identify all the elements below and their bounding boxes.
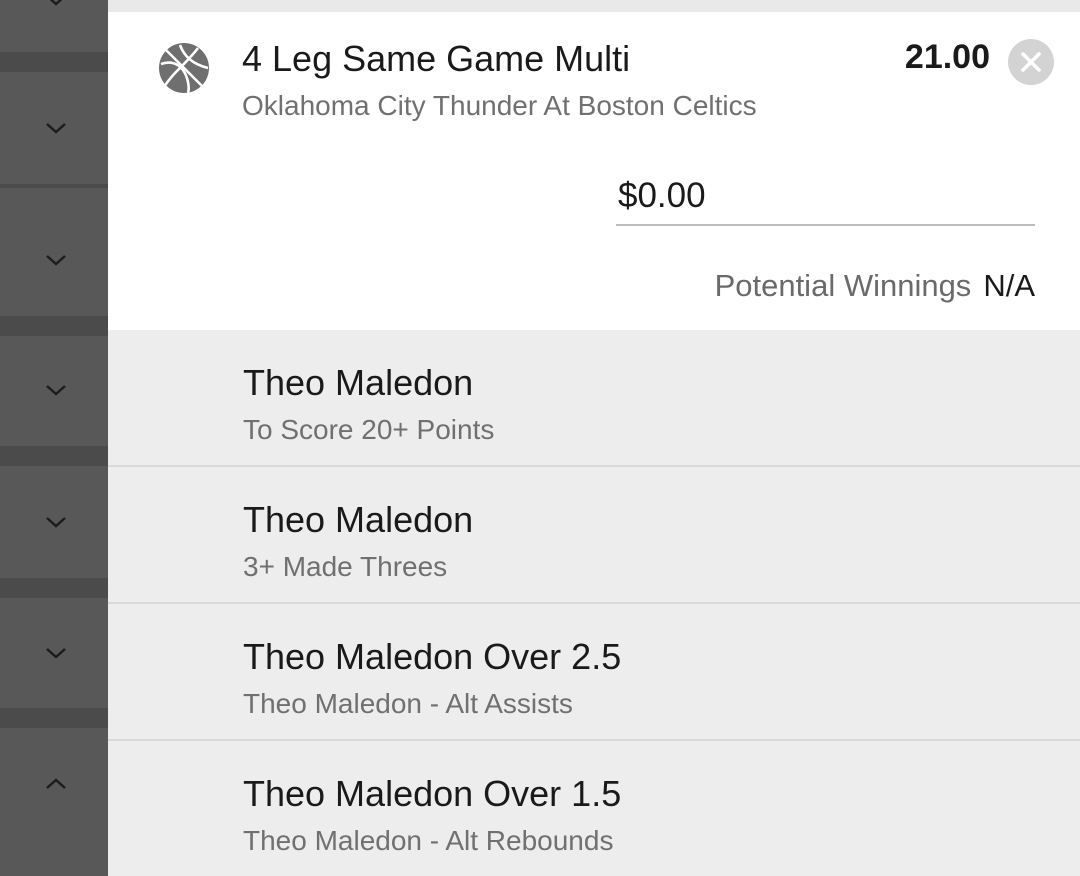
leg-market: To Score 20+ Points [243, 414, 495, 445]
basketball-icon [158, 42, 210, 94]
leg-market: 3+ Made Threes [243, 551, 448, 582]
chevron-down-icon[interactable] [44, 645, 68, 661]
remove-bet-button[interactable] [1008, 39, 1054, 85]
chevron-down-icon[interactable] [44, 382, 68, 398]
bet-slip-panel: 4 Leg Same Game Multi Oklahoma City Thun… [108, 0, 1080, 876]
rail-divider [0, 578, 108, 598]
bet-legs-list: Theo Maledon To Score 20+ Points Theo Ma… [108, 330, 1080, 876]
leg-title: Theo Maledon [243, 362, 474, 403]
bet-event: Oklahoma City Thunder At Boston Celtics [242, 90, 757, 121]
chevron-down-icon[interactable] [44, 120, 68, 136]
top-strip [108, 0, 1080, 12]
chevron-down-icon[interactable] [44, 252, 68, 268]
potential-winnings-value: N/A [983, 268, 1035, 303]
left-rail [0, 0, 108, 876]
close-icon [1021, 52, 1041, 72]
leg-title: Theo Maledon [243, 499, 474, 540]
rail-divider [0, 708, 108, 728]
chevron-down-icon[interactable] [44, 514, 68, 530]
leg-title: Theo Maledon Over 2.5 [243, 636, 622, 677]
chevron-down-icon[interactable] [44, 0, 68, 8]
stake-field [616, 172, 1035, 226]
stake-input[interactable] [616, 172, 1028, 220]
bet-leg: Theo Maledon To Score 20+ Points [108, 330, 1080, 467]
potential-winnings-label: Potential Winnings [714, 268, 972, 303]
bet-card: 4 Leg Same Game Multi Oklahoma City Thun… [108, 12, 1080, 330]
bet-leg: Theo Maledon Over 1.5 Theo Maledon - Alt… [108, 741, 1080, 876]
leg-title: Theo Maledon Over 1.5 [243, 773, 622, 814]
bet-leg: Theo Maledon 3+ Made Threes [108, 467, 1080, 604]
rail-divider [0, 52, 108, 72]
rail-divider [0, 316, 108, 336]
leg-market: Theo Maledon - Alt Assists [243, 688, 573, 719]
leg-market: Theo Maledon - Alt Rebounds [243, 825, 614, 856]
rail-divider [0, 184, 108, 188]
bet-odds: 21.00 [904, 38, 990, 76]
bet-leg: Theo Maledon Over 2.5 Theo Maledon - Alt… [108, 604, 1080, 741]
rail-divider [0, 446, 108, 466]
potential-winnings: Potential Winnings N/A [715, 268, 1035, 304]
bet-title: 4 Leg Same Game Multi [242, 38, 631, 79]
chevron-up-icon[interactable] [44, 776, 68, 792]
